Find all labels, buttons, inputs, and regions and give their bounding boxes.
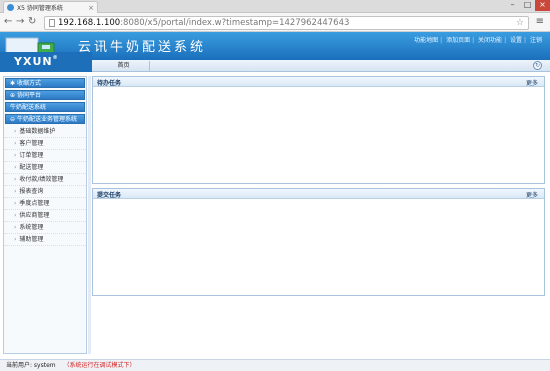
more-link[interactable]: 更多 xyxy=(526,78,538,87)
panel-title: 待办任务 xyxy=(97,80,122,87)
submitted-tasks-panel: 提交任务 更多 xyxy=(92,188,545,296)
browser-menu-icon[interactable]: ≡ xyxy=(536,16,544,27)
top-links: 功能地图 | 添加页面 | 关闭功能 | 设置 | 注销 xyxy=(414,37,542,44)
status-bar: 当前用户: system （系统运行在调试模式下） xyxy=(0,359,550,371)
more-link[interactable]: 更多 xyxy=(526,190,538,199)
tab-title: X5 协同管理系统 xyxy=(17,5,63,12)
close-window-icon[interactable]: × xyxy=(535,0,550,11)
sidebar-group-business-mgmt[interactable]: ⊖ 牛奶配送业务管理系统 xyxy=(5,114,85,124)
link-close-function[interactable]: 关闭功能 xyxy=(478,37,502,44)
debug-mode-notice: （系统运行在调试模式下） xyxy=(63,362,136,369)
maximize-icon[interactable]: □ xyxy=(520,0,535,11)
sidebar-item-payments[interactable]: › 收付款/绩效管理 xyxy=(4,174,86,186)
tab-favicon-icon xyxy=(7,4,14,11)
sidebar-item-points[interactable]: › 季度点管理 xyxy=(4,198,86,210)
chevron-right-icon: › xyxy=(14,188,17,195)
sidebar-item-reports[interactable]: › 报表查询 xyxy=(4,186,86,198)
sidebar-group-collab[interactable]: ⊕ 协同平台 xyxy=(5,90,85,100)
browser-toolbar: ← → ↻ 192.168.1.100:8080/x5/portal/index… xyxy=(0,13,550,32)
pending-tasks-panel: 待办任务 更多 xyxy=(92,76,545,184)
chevron-right-icon: › xyxy=(14,224,17,231)
chevron-right-icon: › xyxy=(14,200,17,207)
app-title: 云讯牛奶配送系统 xyxy=(78,40,207,55)
panel-header: 待办任务 更多 xyxy=(93,77,544,87)
minimize-icon[interactable]: – xyxy=(505,0,520,11)
link-function-map[interactable]: 功能地图 xyxy=(414,37,438,44)
current-user: 当前用户: system xyxy=(6,362,56,369)
window-controls: – □ × xyxy=(505,0,550,11)
logo: YXUN® xyxy=(14,55,59,68)
sidebar-splitter[interactable] xyxy=(88,76,91,354)
sidebar-item-system[interactable]: › 系统管理 xyxy=(4,222,86,234)
forward-icon[interactable]: → xyxy=(16,16,24,27)
tab-close-icon[interactable]: × xyxy=(88,4,94,12)
reload-icon[interactable]: ↻ xyxy=(28,16,36,27)
chevron-right-icon: › xyxy=(14,140,17,147)
sidebar: ✱ 收缩方式 ⊕ 协同平台 牛奶配送系统 ⊖ 牛奶配送业务管理系统 › 基础数据维… xyxy=(3,76,87,354)
back-icon[interactable]: ← xyxy=(4,16,12,27)
sidebar-item-auxiliary[interactable]: › 辅助管理 xyxy=(4,234,86,246)
link-logout[interactable]: 注销 xyxy=(530,37,542,44)
sidebar-item-basic-data[interactable]: › 基础数据维护 xyxy=(4,126,86,138)
bookmark-star-icon[interactable]: ☆ xyxy=(516,18,524,28)
url-text: 192.168.1.100:8080/x5/portal/index.w?tim… xyxy=(58,18,350,28)
chevron-right-icon: › xyxy=(14,152,17,159)
sidebar-item-delivery[interactable]: › 配送管理 xyxy=(4,162,86,174)
chevron-right-icon: › xyxy=(14,164,17,171)
refresh-icon[interactable]: ↻ xyxy=(533,61,542,70)
sidebar-group-collapse-mode[interactable]: ✱ 收缩方式 xyxy=(5,78,85,88)
panel-header: 提交任务 更多 xyxy=(93,189,544,199)
chevron-right-icon: › xyxy=(14,212,17,219)
sidebar-group-milk-delivery[interactable]: 牛奶配送系统 xyxy=(5,102,85,112)
link-add-page[interactable]: 添加页面 xyxy=(446,37,470,44)
browser-tab[interactable]: X5 协同管理系统 × xyxy=(3,1,98,13)
sidebar-item-suppliers[interactable]: › 供应商管理 xyxy=(4,210,86,222)
chevron-right-icon: › xyxy=(14,236,17,243)
sidebar-item-customers[interactable]: › 客户管理 xyxy=(4,138,86,150)
chevron-right-icon: › xyxy=(14,176,17,183)
address-bar[interactable]: 192.168.1.100:8080/x5/portal/index.w?tim… xyxy=(44,16,529,30)
browser-tabbar: X5 协同管理系统 × – □ × xyxy=(0,0,550,13)
panel-title: 提交任务 xyxy=(97,192,122,199)
link-settings[interactable]: 设置 xyxy=(510,37,522,44)
chevron-right-icon: › xyxy=(14,128,17,135)
page-icon xyxy=(49,19,55,27)
tab-home[interactable]: 首页 xyxy=(98,61,150,72)
sidebar-item-orders[interactable]: › 订单管理 xyxy=(4,150,86,162)
